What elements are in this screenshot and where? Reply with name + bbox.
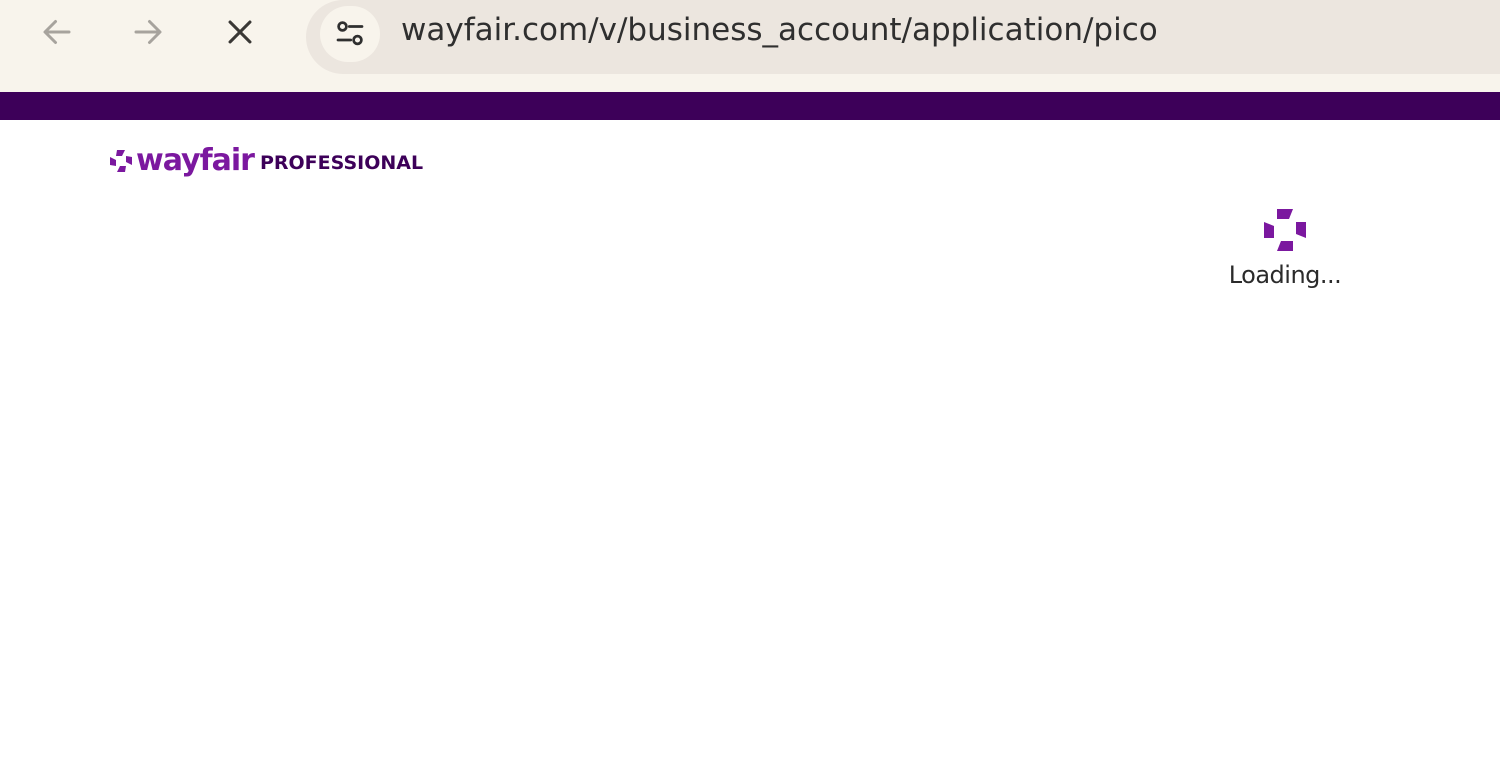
browser-toolbar: wayfair.com/v/business_account/applicati… (0, 0, 1500, 92)
site-info-button[interactable] (320, 6, 380, 62)
forward-button[interactable] (126, 10, 170, 54)
logo-wayfair-text: wayfair (136, 143, 255, 178)
loading-indicator: Loading... (1210, 205, 1360, 289)
arrow-right-icon (134, 20, 162, 44)
back-button[interactable] (35, 10, 79, 54)
wayfair-professional-logo[interactable]: wayfair PROFESSIONAL (108, 142, 423, 180)
logo-professional-text: PROFESSIONAL (259, 152, 424, 174)
loading-spinner-icon (1264, 209, 1306, 251)
wayfair-pinwheel-icon (110, 150, 132, 172)
loading-text: Loading... (1228, 261, 1342, 289)
stop-loading-button[interactable] (218, 10, 262, 54)
brand-bar (0, 92, 1500, 120)
close-icon (228, 20, 252, 44)
arrow-left-icon (43, 20, 71, 44)
tune-icon (336, 21, 364, 46)
address-bar[interactable]: wayfair.com/v/business_account/applicati… (306, 0, 1500, 74)
url-text[interactable]: wayfair.com/v/business_account/applicati… (401, 12, 1158, 48)
